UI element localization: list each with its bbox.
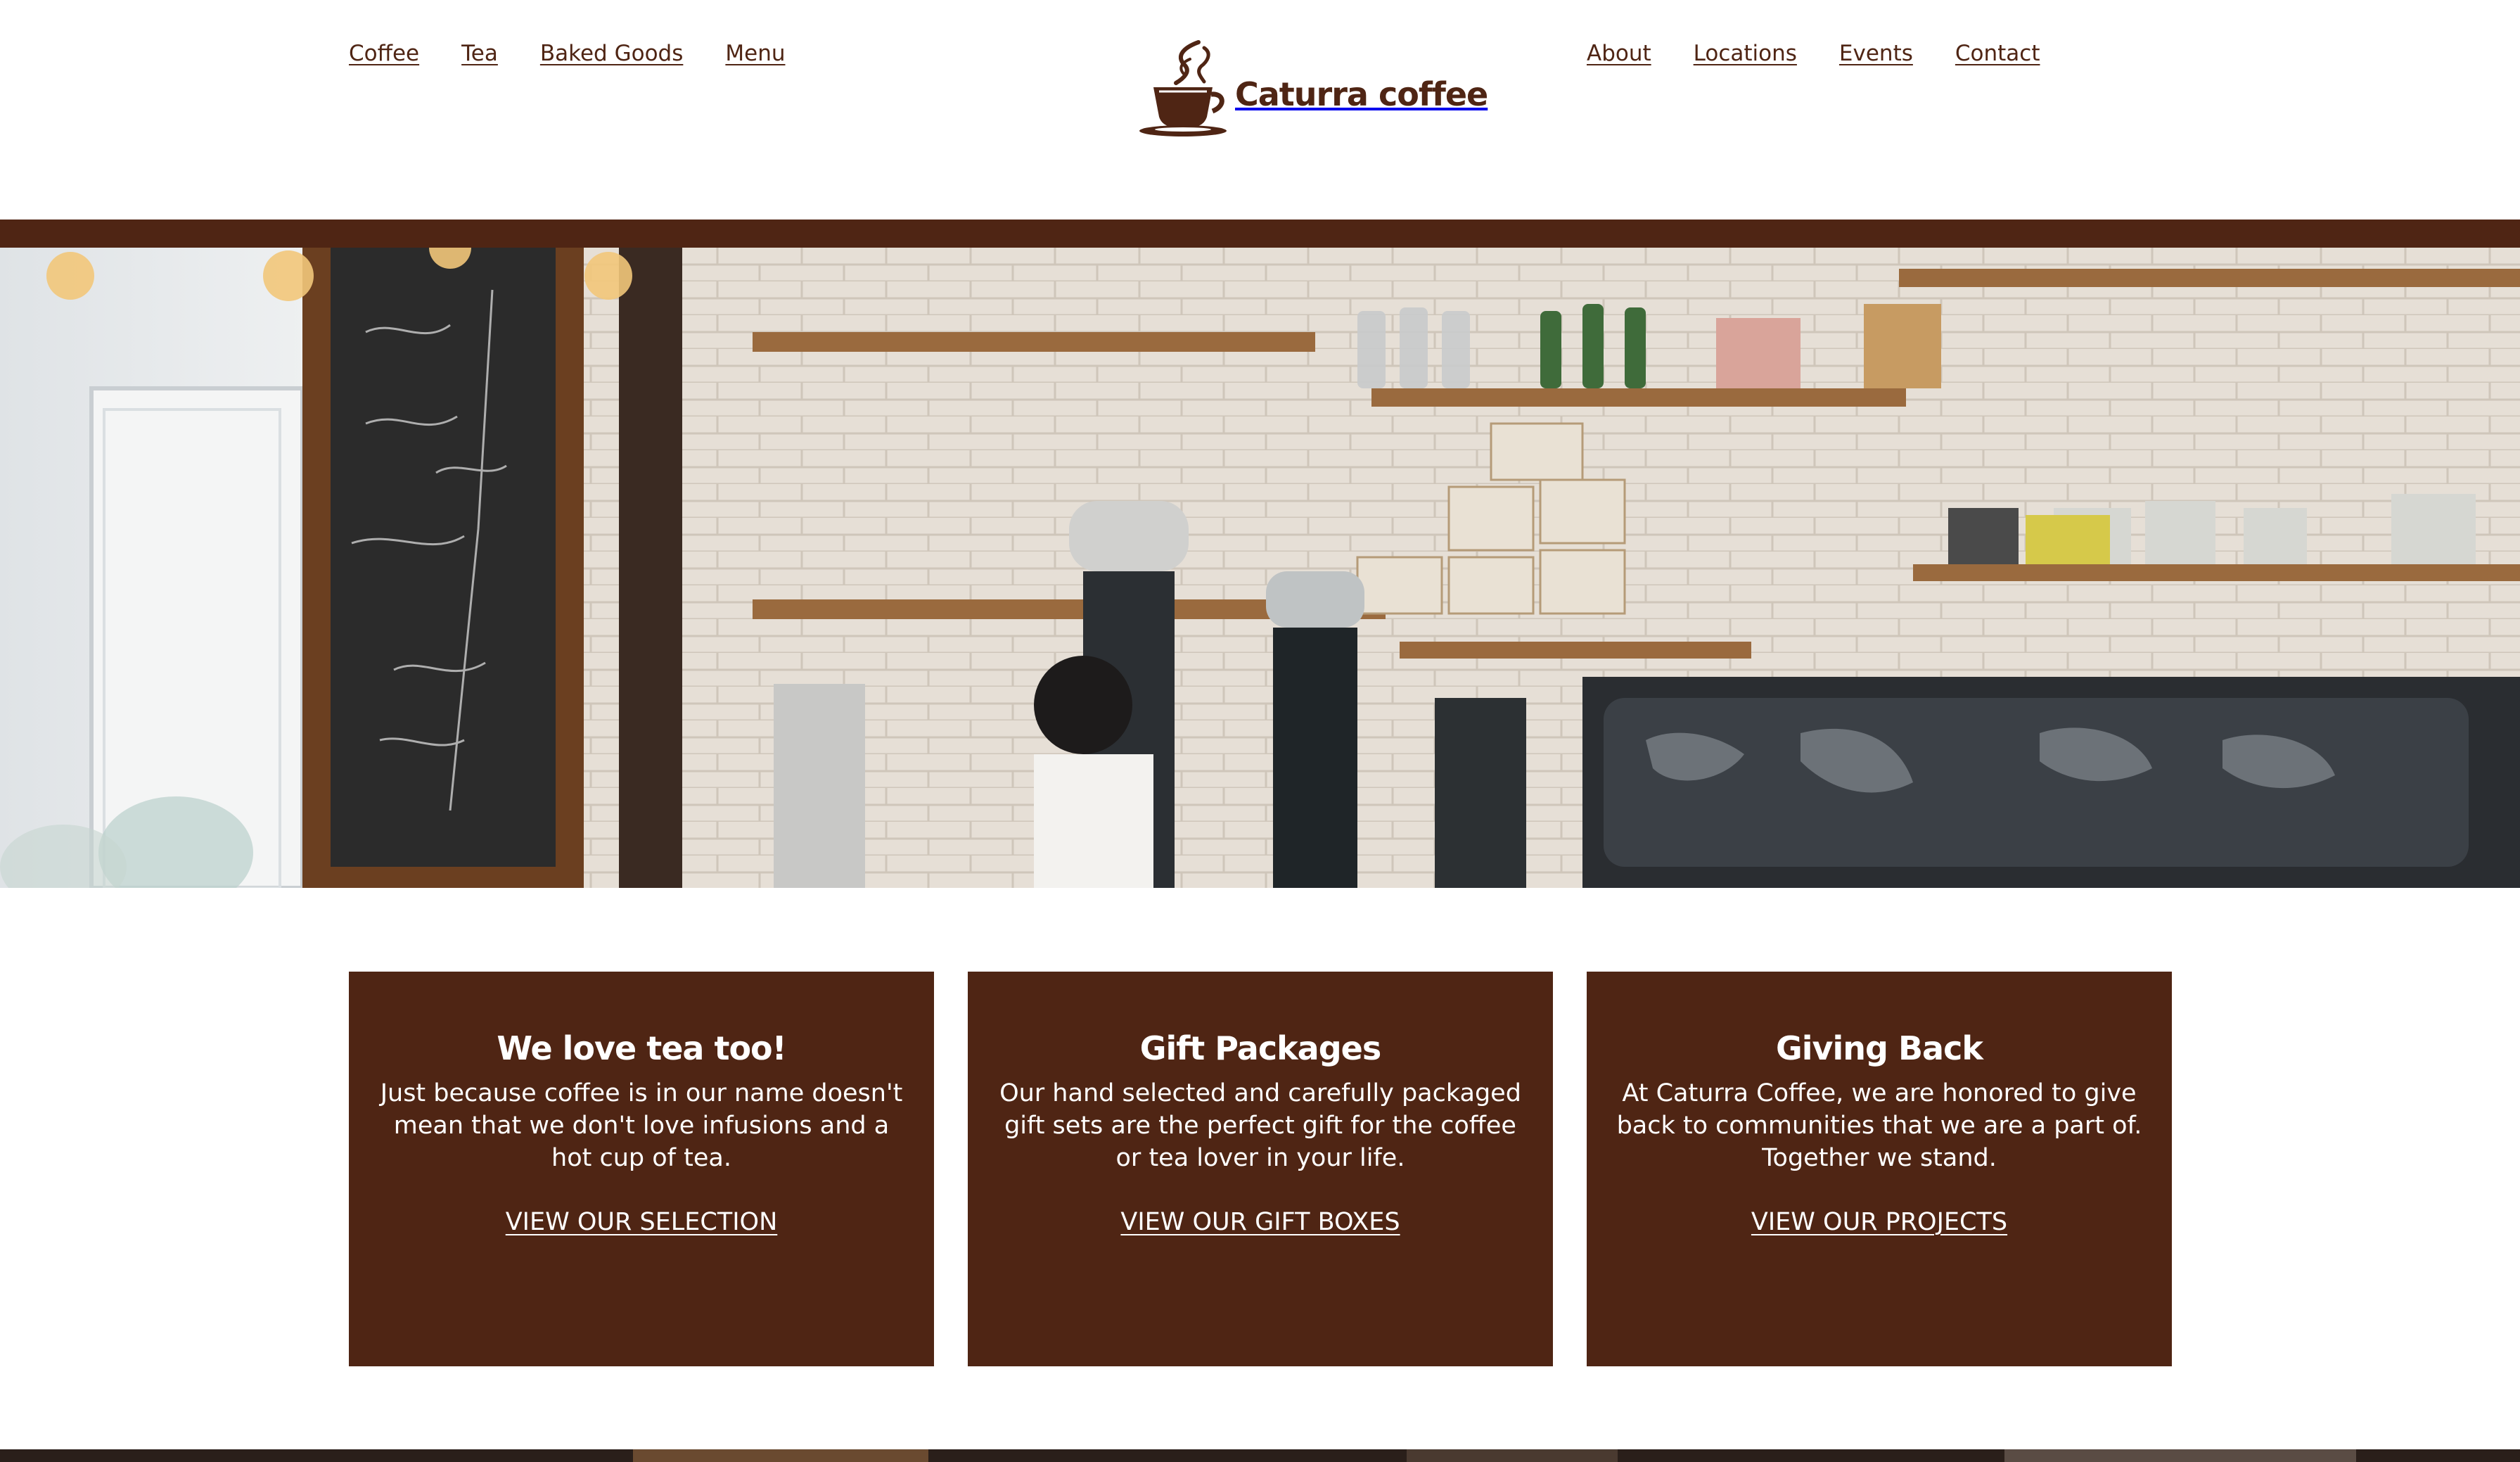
card-text: Just because coffee is in our name doesn… (380, 1079, 903, 1172)
brand-logo[interactable]: Caturra coffee (1134, 38, 1488, 139)
nav-link-events[interactable]: Events (1839, 41, 1913, 66)
primary-nav-right: About Locations Events Contact (1587, 41, 2040, 66)
primary-nav-left: Coffee Tea Baked Goods Menu (349, 41, 786, 66)
card-gift-packages: Gift Packages Our hand selected and care… (968, 972, 1553, 1366)
nav-link-coffee[interactable]: Coffee (349, 41, 419, 66)
brand-name: Caturra coffee (1235, 75, 1488, 113)
nav-link-about[interactable]: About (1587, 41, 1651, 66)
cafe-interior-illustration (0, 248, 2520, 888)
site-header: Coffee Tea Baked Goods Menu Caturra coff… (0, 0, 2520, 220)
nav-link-tea[interactable]: Tea (461, 41, 498, 66)
view-selection-link[interactable]: VIEW OUR SELECTION (506, 1208, 778, 1236)
coffee-cup-icon (1139, 40, 1227, 136)
card-tea: We love tea too! Just because coffee is … (349, 972, 934, 1366)
card-title: Giving Back (1776, 1029, 1983, 1067)
view-gift-boxes-link[interactable]: VIEW OUR GIFT BOXES (1120, 1208, 1400, 1236)
nav-link-contact[interactable]: Contact (1955, 41, 2040, 66)
nav-link-baked-goods[interactable]: Baked Goods (540, 41, 684, 66)
card-title: Gift Packages (1139, 1029, 1381, 1067)
hero-image (0, 248, 2520, 888)
card-text: Our hand selected and carefully packaged… (999, 1079, 1521, 1172)
nav-link-locations[interactable]: Locations (1694, 41, 1797, 66)
feature-cards: We love tea too! Just because coffee is … (349, 972, 2173, 1366)
next-section-image-edge (0, 1449, 2520, 1462)
nav-link-menu[interactable]: Menu (725, 41, 785, 66)
dark-photo-strip (0, 1449, 2520, 1462)
view-projects-link[interactable]: VIEW OUR PROJECTS (1751, 1208, 2007, 1236)
card-giving-back: Giving Back At Caturra Coffee, we are ho… (1587, 972, 2172, 1366)
card-text: At Caturra Coffee, we are honored to giv… (1616, 1079, 2142, 1172)
card-title: We love tea too! (497, 1029, 786, 1067)
hero-top-band (0, 220, 2520, 248)
